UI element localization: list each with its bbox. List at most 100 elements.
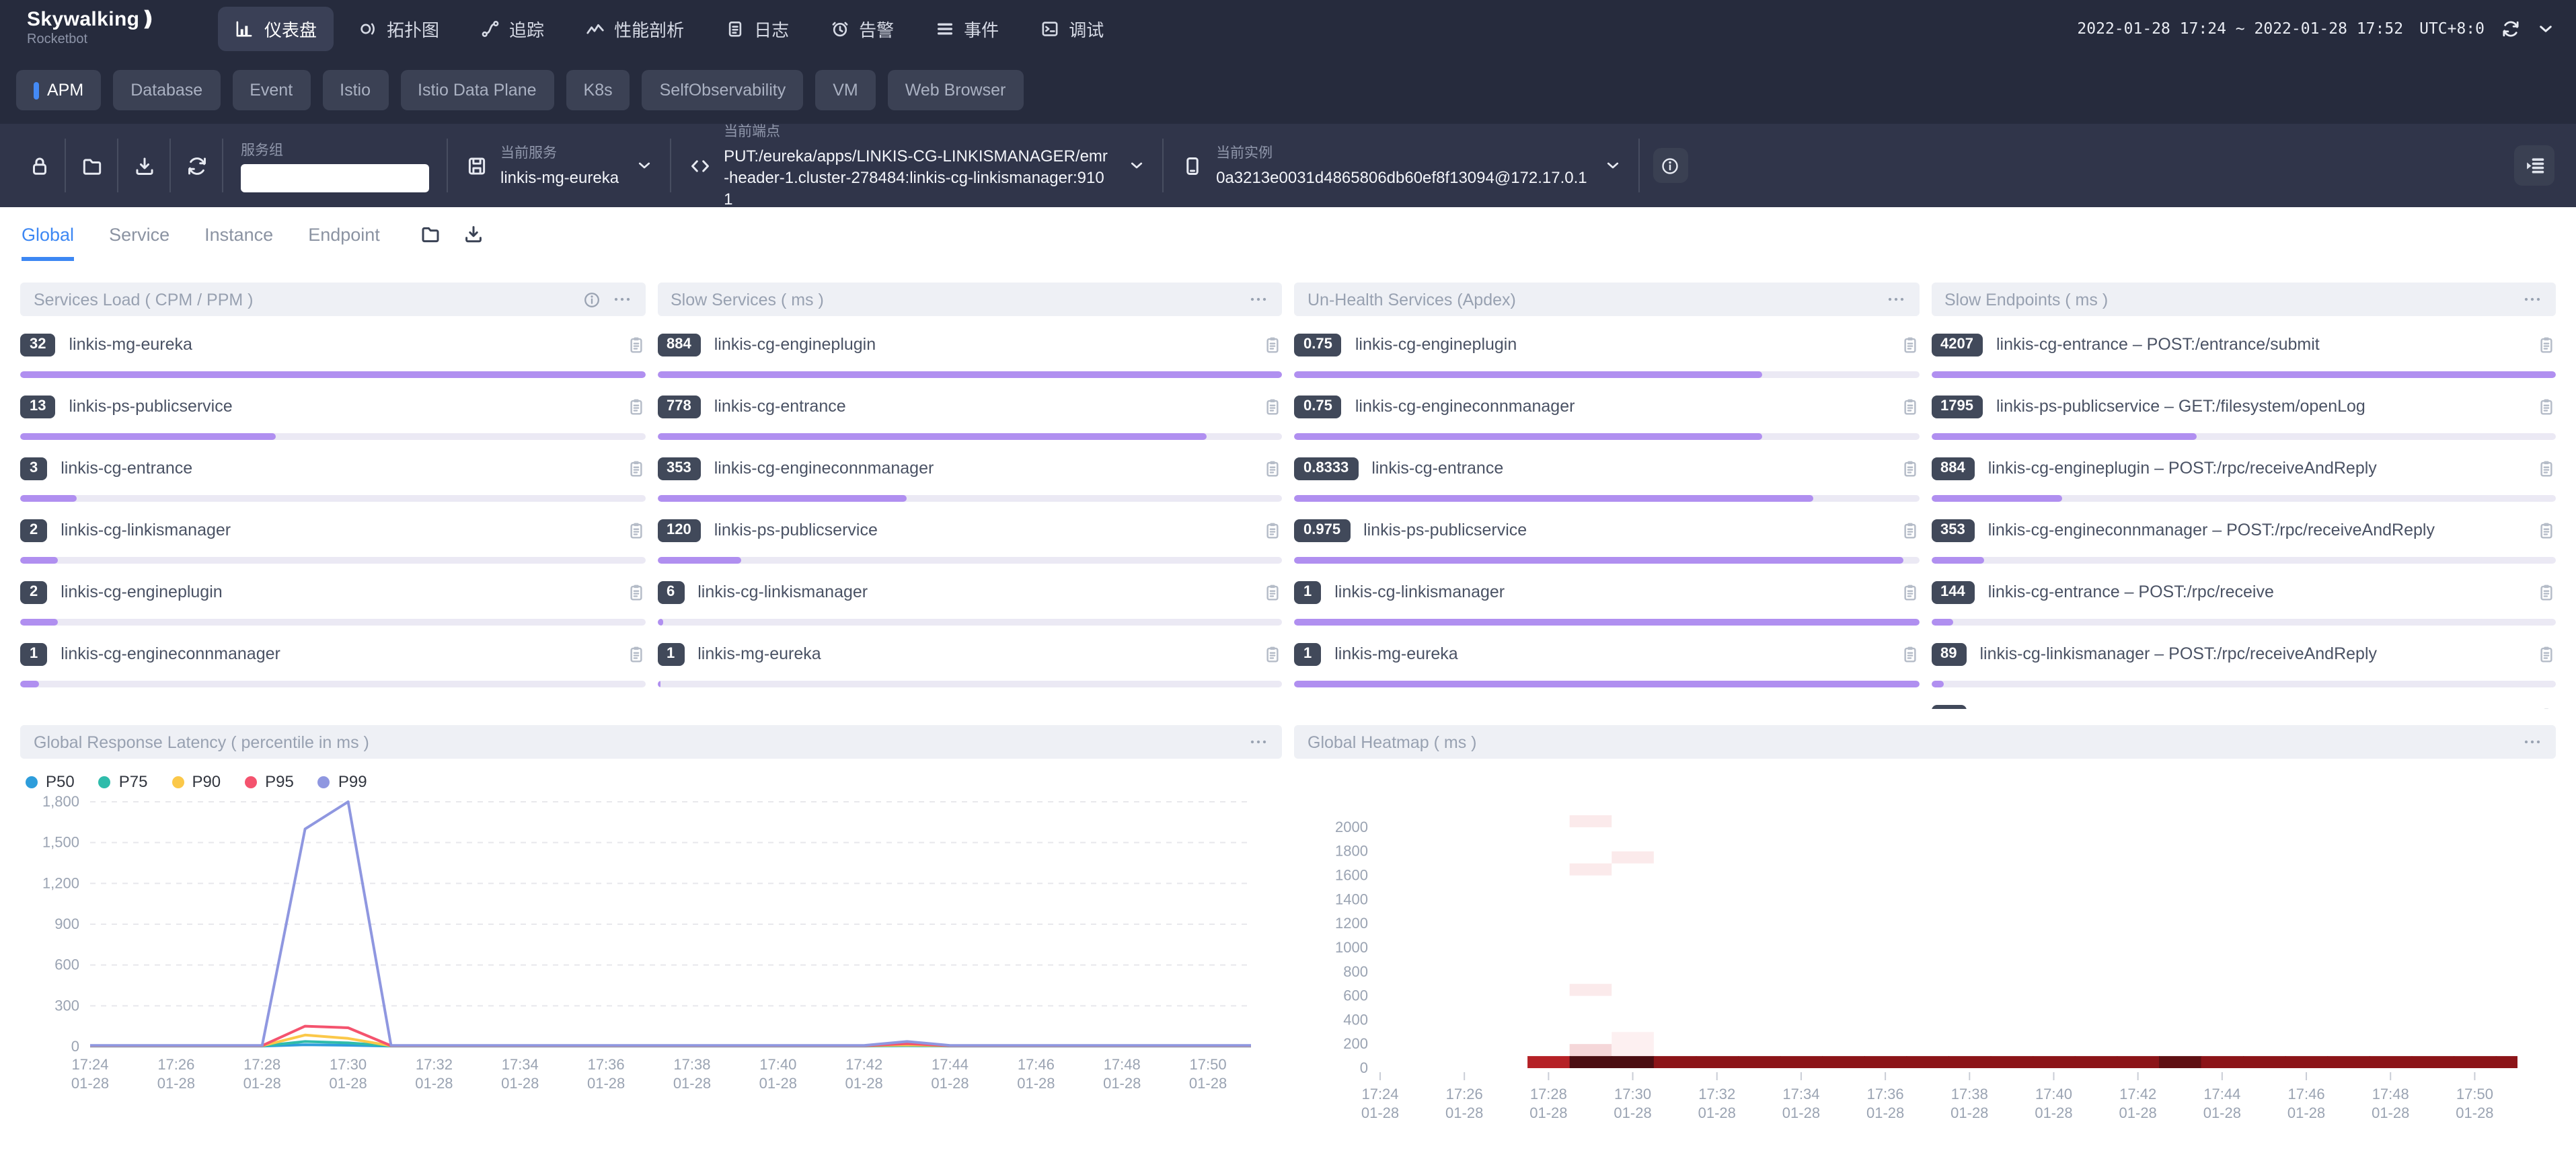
ellipsis-icon[interactable]	[2522, 732, 2542, 752]
service-chevron-down-icon[interactable]	[636, 157, 652, 174]
clipboard-icon[interactable]	[1263, 644, 1282, 664]
clipboard-icon[interactable]	[2537, 334, 2556, 354]
ellipsis-icon[interactable]	[1248, 732, 1268, 752]
heatmap-cell[interactable]	[2285, 1056, 2328, 1068]
legend-item-p95[interactable]: P95	[245, 772, 294, 791]
clipboard-icon[interactable]	[1263, 458, 1282, 478]
item-name[interactable]: linkis-cg-engineplugin – POST:/rpc/recei…	[1988, 459, 2529, 478]
nav-item-alarm[interactable]: 告警	[813, 6, 910, 50]
nav-item-event[interactable]: 事件	[918, 6, 1015, 50]
instance-chevron-down-icon[interactable]	[1605, 157, 1621, 174]
item-name[interactable]: linkis-mg-eureka	[1334, 644, 1892, 663]
clipboard-icon[interactable]	[626, 334, 645, 354]
heatmap-cell[interactable]	[2327, 1056, 2370, 1068]
time-range-text[interactable]: 2022-01-28 17:24 ~ 2022-01-28 17:52	[2077, 19, 2403, 38]
item-name[interactable]: linkis-cg-entrance	[1371, 459, 1892, 478]
heatmap-cell[interactable]	[1906, 1056, 1949, 1068]
dashboard-tab-selfobservability[interactable]: SelfObservability	[642, 70, 804, 110]
heatmap-cell[interactable]	[1570, 984, 1612, 996]
legend-item-p50[interactable]: P50	[26, 772, 75, 791]
dashboard-tab-istio[interactable]: Istio	[322, 70, 388, 110]
indent-collapse-icon[interactable]	[2514, 145, 2554, 186]
dashboard-tab-web-browser[interactable]: Web Browser	[888, 70, 1024, 110]
item-name[interactable]: linkis-cg-engineconnmanager	[1355, 397, 1892, 416]
clipboard-icon[interactable]	[626, 644, 645, 664]
dashboard-tab-event[interactable]: Event	[232, 70, 310, 110]
heatmap-cell[interactable]	[1612, 1032, 1654, 1056]
item-name[interactable]: linkis-cg-linkismanager	[697, 582, 1255, 601]
heatmap-cell[interactable]	[1991, 1056, 2034, 1068]
heatmap-cell[interactable]	[1822, 1056, 1865, 1068]
time-refresh-icon[interactable]	[2501, 18, 2521, 38]
item-name[interactable]: linkis-mg-eureka	[69, 335, 619, 354]
endpoint-chevron-down-icon[interactable]	[1129, 157, 1145, 174]
heatmap-cell[interactable]	[2454, 1056, 2497, 1068]
item-name[interactable]: linkis-cg-engineconnmanager	[714, 459, 1255, 478]
clipboard-icon[interactable]	[1263, 520, 1282, 540]
clipboard-icon[interactable]	[2537, 644, 2556, 664]
heatmap-cell[interactable]	[1654, 1056, 1697, 1068]
tab-service[interactable]: Service	[109, 207, 169, 261]
folder-icon[interactable]	[66, 139, 117, 192]
heatmap-cell[interactable]	[1948, 1056, 1992, 1068]
item-name[interactable]: linkis-mg-eureka	[697, 644, 1255, 663]
nav-item-dashboard[interactable]: 仪表盘	[219, 6, 333, 50]
tab-instance[interactable]: Instance	[204, 207, 273, 261]
heatmap-cell[interactable]	[2033, 1056, 2076, 1068]
heatmap-cell[interactable]	[2117, 1056, 2160, 1068]
dashboard-tab-istio-data-plane[interactable]: Istio Data Plane	[400, 70, 554, 110]
clipboard-icon[interactable]	[1900, 644, 1919, 664]
heatmap-cell[interactable]	[1570, 1044, 1612, 1056]
folder-dark-icon[interactable]	[420, 223, 442, 245]
dashboard-tab-vm[interactable]: VM	[815, 70, 876, 110]
clipboard-icon[interactable]	[1900, 396, 1919, 416]
clipboard-icon[interactable]	[626, 458, 645, 478]
time-chevron-down-icon[interactable]	[2537, 20, 2554, 37]
clipboard-icon[interactable]	[626, 582, 645, 602]
current-endpoint-selector[interactable]: 当前端点 PUT:/eureka/apps/LINKIS-CG-LINKISMA…	[671, 120, 1162, 210]
legend-item-p90[interactable]: P90	[172, 772, 221, 791]
clipboard-icon[interactable]	[1900, 582, 1919, 602]
download-dark-icon[interactable]	[463, 223, 485, 245]
clipboard-icon[interactable]	[1900, 458, 1919, 478]
clipboard-icon[interactable]	[1900, 334, 1919, 354]
heatmap-cell[interactable]	[2159, 1056, 2202, 1068]
heatmap-cell[interactable]	[2496, 1056, 2517, 1068]
nav-item-log[interactable]: 日志	[708, 6, 805, 50]
tab-global[interactable]: Global	[22, 207, 74, 261]
clipboard-icon[interactable]	[2537, 582, 2556, 602]
item-name[interactable]: linkis-cg-entrance – POST:/rpc/receive	[1988, 582, 2529, 601]
current-service-selector[interactable]: 当前服务 linkis-mg-eureka	[448, 143, 670, 188]
clipboard-icon[interactable]	[2537, 520, 2556, 540]
clipboard-icon[interactable]	[1263, 582, 1282, 602]
item-name[interactable]: linkis-cg-engineconnmanager – POST:/rpc/…	[1988, 521, 2529, 539]
dashboard-tab-database[interactable]: Database	[113, 70, 220, 110]
item-name[interactable]: linkis-cg-engineplugin	[61, 582, 618, 601]
dashboard-tab-k8s[interactable]: K8s	[566, 70, 630, 110]
skywalking-logo[interactable]: Skywalking❫ Rocketbot	[27, 9, 157, 47]
lock-icon[interactable]	[13, 139, 65, 192]
clipboard-icon[interactable]	[2537, 458, 2556, 478]
item-name[interactable]: linkis-cg-entrance	[61, 459, 618, 478]
heatmap-cell[interactable]	[2243, 1056, 2286, 1068]
legend-item-p99[interactable]: P99	[318, 772, 367, 791]
item-name[interactable]: linkis-cg-entrance – POST:/entrance/subm…	[1996, 335, 2529, 354]
clipboard-icon[interactable]	[1900, 520, 1919, 540]
clipboard-icon[interactable]	[626, 396, 645, 416]
item-name[interactable]: linkis-cg-engineconnmanager	[61, 644, 618, 663]
item-name[interactable]: linkis-ps-publicservice	[714, 521, 1255, 539]
clipboard-icon[interactable]	[2537, 396, 2556, 416]
item-name[interactable]: linkis-cg-linkismanager	[1334, 582, 1892, 601]
clipboard-icon[interactable]	[1263, 334, 1282, 354]
refresh-icon[interactable]	[171, 139, 222, 192]
heatmap-cell[interactable]	[1527, 1056, 1570, 1068]
legend-item-p75[interactable]: P75	[99, 772, 148, 791]
item-name[interactable]: linkis-cg-entrance	[714, 397, 1255, 416]
item-name[interactable]: linkis-cg-engineplugin	[714, 335, 1255, 354]
current-instance-selector[interactable]: 当前实例 0a3213e0031d4865806db60ef8f13094@17…	[1164, 143, 1638, 188]
heatmap-cell[interactable]	[1612, 852, 1654, 864]
heatmap-cell[interactable]	[1780, 1056, 1823, 1068]
heatmap-cell[interactable]	[1570, 864, 1612, 876]
item-name[interactable]: linkis-cg-linkismanager – POST:/rpc/rece…	[1980, 644, 2530, 663]
nav-item-profile[interactable]: 性能剖析	[568, 6, 700, 50]
